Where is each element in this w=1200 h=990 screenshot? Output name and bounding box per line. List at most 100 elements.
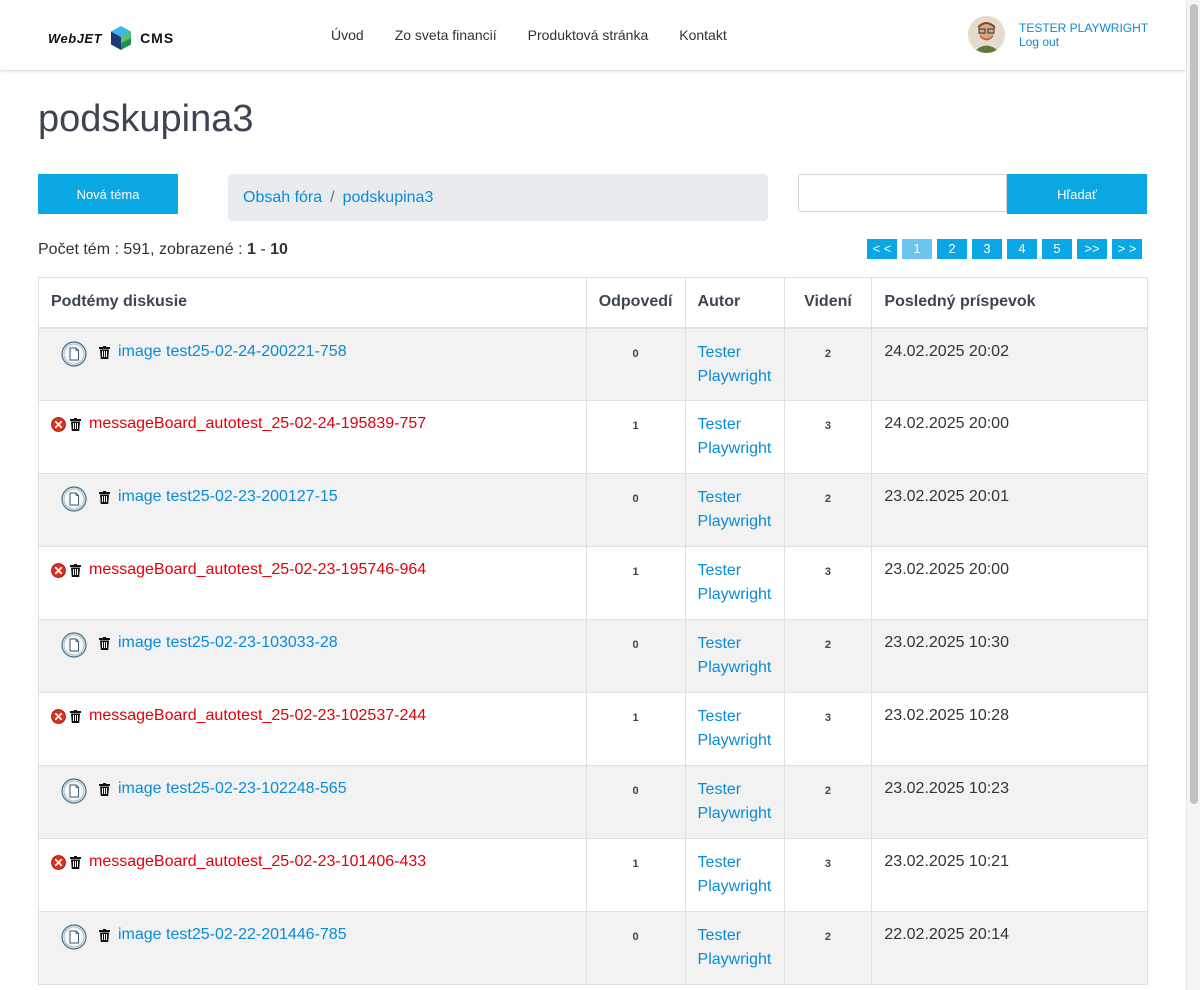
author-cell: Tester Playwright bbox=[684, 327, 785, 401]
header-author: Autor bbox=[684, 277, 785, 329]
nav-item-finance[interactable]: Zo sveta financií bbox=[395, 27, 497, 43]
table-row: image test25-02-22-201446-785 0 Tester Pl… bbox=[38, 911, 1148, 985]
author-last-name: Playwright bbox=[697, 805, 772, 822]
header-last-post: Posledný príspevok bbox=[871, 277, 1148, 329]
author-cell: Tester Playwright bbox=[684, 765, 785, 839]
webjet-logo[interactable]: WebJET CMS bbox=[48, 24, 174, 52]
replies-count: 1 bbox=[585, 838, 686, 912]
author-first-name: Tester bbox=[697, 708, 742, 725]
replies-count: 0 bbox=[585, 473, 686, 547]
topic-title-link[interactable]: image test25-02-24-200221-758 bbox=[118, 343, 347, 361]
topic-cell: messageBoard_autotest_25-02-23-195746-96… bbox=[38, 546, 587, 620]
author-cell: Tester Playwright bbox=[684, 546, 785, 620]
topic-title-link[interactable]: messageBoard_autotest_25-02-23-101406-43… bbox=[89, 853, 426, 871]
trash-icon[interactable] bbox=[99, 929, 110, 942]
topic-title-link[interactable]: image test25-02-22-201446-785 bbox=[118, 926, 347, 944]
author-first-name: Tester bbox=[697, 927, 742, 944]
trash-icon[interactable] bbox=[70, 418, 81, 431]
pagination-last[interactable]: > > bbox=[1112, 239, 1142, 259]
user-name[interactable]: TESTER PLAYWRIGHT bbox=[1019, 21, 1148, 35]
pagination-page-1[interactable]: 1 bbox=[902, 239, 932, 259]
views-count: 2 bbox=[783, 327, 873, 401]
topic-title-link[interactable]: messageBoard_autotest_25-02-23-195746-96… bbox=[89, 561, 426, 579]
pagination-next[interactable]: >> bbox=[1077, 239, 1107, 259]
scrollbar[interactable] bbox=[1186, 0, 1200, 990]
views-count: 2 bbox=[783, 473, 873, 547]
new-topic-button[interactable]: Nová téma bbox=[38, 174, 178, 214]
nav-item-uvod[interactable]: Úvod bbox=[331, 27, 364, 43]
top-navbar: WebJET CMS Úvod Zo sveta financií Produk… bbox=[0, 0, 1186, 70]
replies-count: 0 bbox=[585, 327, 686, 401]
topic-cell: image test25-02-23-200127-15 bbox=[38, 473, 587, 547]
author-cell: Tester Playwright bbox=[684, 838, 785, 912]
topic-cell: messageBoard_autotest_25-02-24-195839-75… bbox=[38, 400, 587, 474]
topic-title-link[interactable]: image test25-02-23-102248-565 bbox=[118, 780, 347, 798]
author-link[interactable]: Tester Playwright bbox=[698, 344, 772, 385]
trash-icon[interactable] bbox=[70, 710, 81, 723]
author-cell: Tester Playwright bbox=[684, 692, 785, 766]
author-link[interactable]: Tester Playwright bbox=[698, 708, 772, 749]
nav-item-product[interactable]: Produktová stránka bbox=[528, 27, 649, 43]
logo-text-left: WebJET bbox=[48, 30, 103, 46]
last-post-date: 23.02.2025 20:01 bbox=[871, 473, 1148, 547]
views-count: 3 bbox=[783, 838, 873, 912]
author-last-name: Playwright bbox=[697, 732, 772, 749]
author-link[interactable]: Tester Playwright bbox=[698, 781, 772, 822]
topic-title-link[interactable]: messageBoard_autotest_25-02-24-195839-75… bbox=[89, 415, 426, 433]
page-title: podskupina3 bbox=[38, 98, 254, 140]
trash-icon[interactable] bbox=[99, 637, 110, 650]
table-row: image test25-02-23-102248-565 0 Tester Pl… bbox=[38, 765, 1148, 839]
author-last-name: Playwright bbox=[697, 951, 772, 968]
views-count: 2 bbox=[783, 765, 873, 839]
author-last-name: Playwright bbox=[697, 513, 772, 530]
main-nav: Úvod Zo sveta financií Produktová stránk… bbox=[331, 27, 758, 43]
breadcrumb-current[interactable]: podskupina3 bbox=[343, 189, 434, 207]
table-row: messageBoard_autotest_25-02-24-195839-75… bbox=[38, 400, 1148, 474]
search-input[interactable] bbox=[798, 174, 1007, 212]
avatar[interactable] bbox=[968, 16, 1005, 53]
author-link[interactable]: Tester Playwright bbox=[698, 927, 772, 968]
document-icon bbox=[61, 486, 87, 512]
trash-icon[interactable] bbox=[70, 856, 81, 869]
logo-cube-icon bbox=[111, 26, 132, 50]
replies-count: 0 bbox=[585, 911, 686, 985]
breadcrumb-forum-content[interactable]: Obsah fóra bbox=[243, 189, 322, 207]
trash-icon[interactable] bbox=[99, 345, 110, 359]
views-count: 3 bbox=[783, 400, 873, 474]
topic-count-dash: - bbox=[255, 241, 271, 258]
table-row: messageBoard_autotest_25-02-23-102537-24… bbox=[38, 692, 1148, 766]
pagination-page-3[interactable]: 3 bbox=[972, 239, 1002, 259]
pagination-first[interactable]: < < bbox=[867, 239, 897, 259]
logout-link[interactable]: Log out bbox=[1019, 35, 1148, 49]
last-post-date: 23.02.2025 10:23 bbox=[871, 765, 1148, 839]
trash-icon[interactable] bbox=[70, 564, 81, 577]
author-link[interactable]: Tester Playwright bbox=[698, 854, 772, 895]
header-subtopics: Podtémy diskusie bbox=[38, 277, 587, 329]
topic-title-link[interactable]: image test25-02-23-200127-15 bbox=[118, 488, 338, 506]
search-button[interactable]: Hľadať bbox=[1007, 174, 1147, 214]
topic-title-link[interactable]: image test25-02-23-103033-28 bbox=[118, 634, 338, 652]
nav-item-contact[interactable]: Kontakt bbox=[679, 27, 726, 43]
author-link[interactable]: Tester Playwright bbox=[698, 562, 772, 603]
replies-count: 1 bbox=[585, 400, 686, 474]
last-post-date: 24.02.2025 20:00 bbox=[871, 400, 1148, 474]
views-count: 2 bbox=[783, 619, 873, 693]
scrollbar-thumb[interactable] bbox=[1190, 4, 1198, 804]
last-post-date: 23.02.2025 20:00 bbox=[871, 546, 1148, 620]
author-link[interactable]: Tester Playwright bbox=[698, 416, 772, 457]
trash-icon[interactable] bbox=[99, 783, 110, 796]
error-icon bbox=[51, 855, 66, 870]
last-post-date: 23.02.2025 10:28 bbox=[871, 692, 1148, 766]
author-link[interactable]: Tester Playwright bbox=[698, 635, 772, 676]
pagination-page-2[interactable]: 2 bbox=[937, 239, 967, 259]
topic-cell: image test25-02-23-103033-28 bbox=[38, 619, 587, 693]
author-link[interactable]: Tester Playwright bbox=[698, 489, 772, 530]
table-row: image test25-02-23-200127-15 0 Tester Pla… bbox=[38, 473, 1148, 547]
pagination-page-5[interactable]: 5 bbox=[1042, 239, 1072, 259]
topic-title-link[interactable]: messageBoard_autotest_25-02-23-102537-24… bbox=[89, 707, 426, 725]
trash-icon[interactable] bbox=[99, 491, 110, 504]
author-last-name: Playwright bbox=[697, 878, 772, 895]
topic-cell: image test25-02-23-102248-565 bbox=[38, 765, 587, 839]
topics-table: Podtémy diskusie Odpovedí Autor Videní P… bbox=[38, 277, 1148, 985]
pagination-page-4[interactable]: 4 bbox=[1007, 239, 1037, 259]
